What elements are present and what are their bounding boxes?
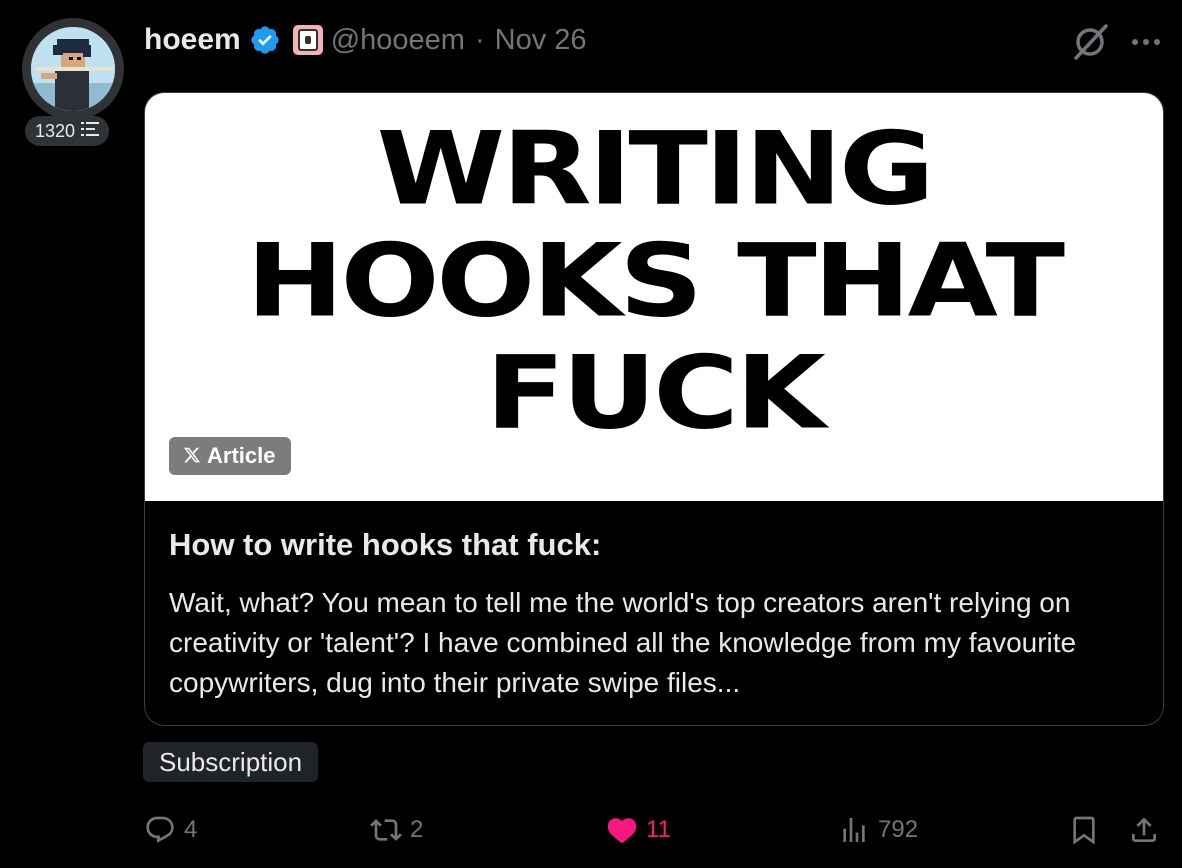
post-header: hoeem @hooeem · Nov 26 xyxy=(144,18,587,62)
list-icon xyxy=(81,121,100,142)
hero-line-1: WRITING xyxy=(376,110,935,227)
action-bar: 4 2 11 792 xyxy=(144,806,1168,854)
x-logo-icon xyxy=(183,442,201,470)
bookmark-button[interactable] xyxy=(1068,806,1100,854)
avatar[interactable] xyxy=(22,18,124,120)
views-button[interactable]: 792 xyxy=(838,806,918,854)
article-badge-label: Article xyxy=(207,443,276,468)
reply-count: 4 xyxy=(184,816,198,843)
article-title: How to write hooks that fuck: xyxy=(169,527,602,562)
score-badge[interactable]: 1320 xyxy=(25,116,110,146)
article-hero-image[interactable]: WRITING HOOKS THAT FUCK Article xyxy=(145,93,1163,501)
author-handle[interactable]: @hooeem xyxy=(331,24,465,57)
share-button[interactable] xyxy=(1128,806,1160,854)
like-button[interactable]: 11 xyxy=(606,806,671,854)
subscription-badge[interactable]: Subscription xyxy=(143,742,319,782)
bookmark-icon xyxy=(1068,814,1100,846)
hero-line-2: HOOKS THAT xyxy=(246,222,1065,340)
analytics-icon xyxy=(838,814,870,846)
article-excerpt: Wait, what? You mean to tell me the worl… xyxy=(169,587,1077,698)
verified-badge-icon[interactable] xyxy=(249,24,281,56)
reply-icon xyxy=(144,814,176,846)
avatar-column: 1320 xyxy=(22,18,126,146)
more-icon[interactable] xyxy=(1126,22,1166,62)
repost-button[interactable]: 2 xyxy=(370,806,423,854)
separator: · xyxy=(474,23,485,56)
view-count: 792 xyxy=(878,816,919,843)
score-value: 1320 xyxy=(35,120,76,141)
author-name[interactable]: hoeem xyxy=(144,23,241,57)
reply-button[interactable]: 4 xyxy=(144,806,197,854)
repost-count: 2 xyxy=(410,816,424,843)
hero-headline: WRITING HOOKS THAT FUCK xyxy=(145,110,1163,452)
heart-icon xyxy=(606,814,638,846)
repost-icon xyxy=(370,814,402,846)
article-card[interactable]: WRITING HOOKS THAT FUCK Article How to w… xyxy=(144,92,1164,726)
avatar-image[interactable] xyxy=(31,27,115,111)
hero-line-3: FUCK xyxy=(485,334,825,452)
post-date[interactable]: Nov 26 xyxy=(495,24,587,57)
grok-icon[interactable] xyxy=(1068,22,1112,62)
like-count: 11 xyxy=(646,816,671,843)
affiliate-badge-icon[interactable] xyxy=(292,25,323,55)
share-icon xyxy=(1128,814,1160,846)
article-badge: Article xyxy=(169,437,292,475)
